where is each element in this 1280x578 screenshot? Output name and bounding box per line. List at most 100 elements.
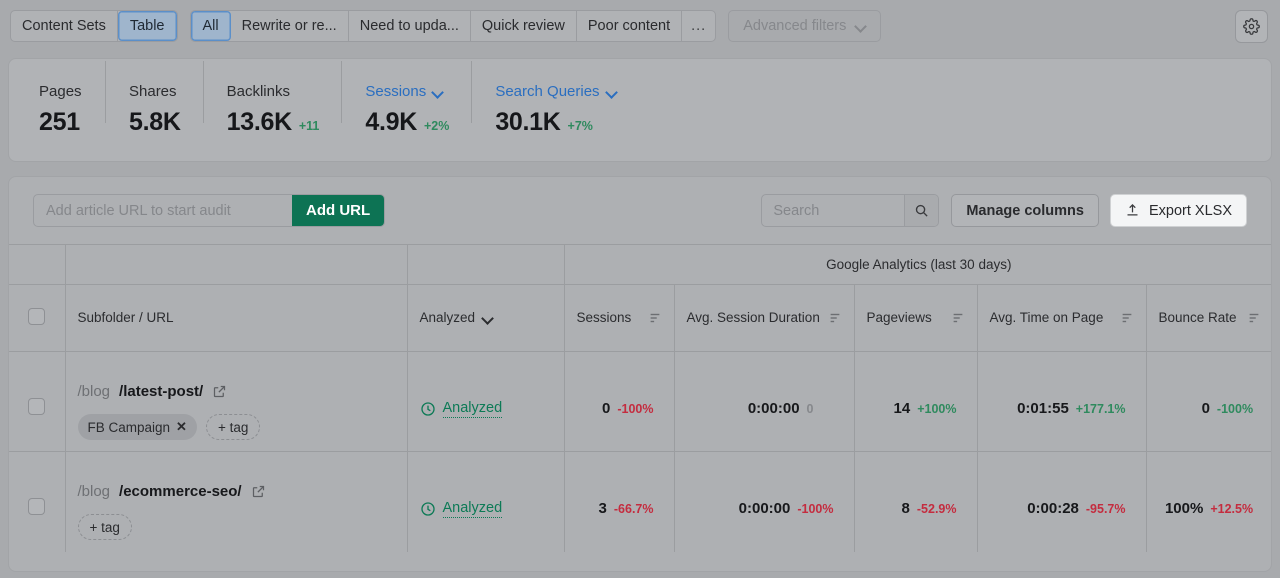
add-url-input[interactable] — [34, 195, 292, 226]
metric-backlinks-value: 13.6K — [226, 108, 293, 136]
metric-sessions-value: 4.9K — [365, 108, 417, 136]
column-header-sessions-label: Sessions — [576, 309, 632, 325]
row-avg-time-on-page-delta: +177.1% — [1075, 402, 1126, 416]
gear-icon — [1243, 18, 1260, 35]
tab-table[interactable]: Table — [117, 11, 177, 41]
table-row[interactable]: /blog/ecommerce-seo/ + tag Analyzed 3 -6… — [9, 451, 1271, 552]
column-header-avg-time-on-page[interactable]: Avg. Time on Page — [977, 284, 1147, 352]
advanced-filters-label: Advanced filters — [743, 18, 847, 34]
row-sessions-cell: 3 -66.7% — [564, 451, 675, 552]
column-header-sessions[interactable]: Sessions — [564, 284, 675, 352]
row-pageviews-delta: -52.9% — [916, 502, 957, 517]
row-pageviews-value: 14 — [893, 400, 911, 417]
chevron-down-icon — [483, 313, 493, 323]
select-all-header — [9, 284, 66, 352]
row-checkbox[interactable] — [28, 497, 46, 515]
export-xlsx-button[interactable]: Export XLSX — [1109, 194, 1247, 227]
filter-poor-content[interactable]: Poor content — [577, 11, 683, 41]
column-header-analyzed-label: Analyzed — [419, 309, 476, 325]
metric-search-queries-label[interactable]: Search Queries — [495, 83, 616, 100]
group-header-spacer-analyzed — [407, 244, 565, 285]
metric-sessions-delta: +2% — [423, 119, 450, 133]
row-url-cell: /blog/latest-post/ FB Campaign ✕ + tag — [65, 351, 408, 452]
select-all-checkbox[interactable] — [28, 308, 46, 325]
sort-icon[interactable] — [648, 311, 662, 325]
tag-chip[interactable]: FB Campaign ✕ — [77, 414, 197, 440]
sort-icon[interactable] — [951, 311, 965, 325]
tab-content-sets[interactable]: Content Sets — [11, 11, 118, 41]
search-group — [761, 194, 940, 227]
row-checkbox[interactable] — [28, 397, 46, 415]
add-tag-button[interactable]: + tag — [205, 414, 261, 440]
row-bounce-rate-value: 100% — [1164, 500, 1204, 518]
content-filter-group: All Rewrite or re... Need to upda... Qui… — [189, 10, 717, 42]
metric-search-queries-label-text: Search Queries — [495, 83, 600, 100]
filter-rewrite-or-remove[interactable]: Rewrite or re... — [231, 11, 349, 41]
row-url-line[interactable]: /blog/ecommerce-seo/ — [78, 477, 395, 500]
table-column-header-row: Subfolder / URL Analyzed Sessions Avg. S… — [9, 284, 1271, 352]
row-select-cell — [9, 351, 66, 452]
external-link-icon[interactable] — [251, 484, 266, 499]
column-header-bounce-rate[interactable]: Bounce Rate — [1146, 284, 1271, 352]
manage-columns-button[interactable]: Manage columns — [951, 194, 1099, 227]
tag-remove-icon[interactable]: ✕ — [176, 419, 187, 435]
filter-more-button[interactable]: ... — [682, 11, 715, 41]
row-url-prefix: /blog — [77, 383, 111, 400]
filter-all[interactable]: All — [190, 11, 231, 41]
chevron-down-icon — [856, 21, 866, 31]
filter-need-to-update[interactable]: Need to upda... — [349, 11, 471, 41]
column-header-avg-session-duration-label: Avg. Session Duration — [686, 309, 820, 325]
table-row[interactable]: /blog/latest-post/ FB Campaign ✕ + tag A… — [9, 351, 1271, 452]
content-sets-toggle-group: Content Sets Table — [10, 10, 178, 42]
advanced-filters-dropdown[interactable]: Advanced filters — [728, 10, 882, 42]
add-tag-button[interactable]: + tag — [77, 514, 132, 541]
row-bounce-rate-cell: 100% +12.5% — [1146, 451, 1271, 552]
row-analyzed-cell: Analyzed — [407, 351, 565, 452]
column-header-analyzed[interactable]: Analyzed — [407, 284, 565, 352]
row-select-cell — [9, 451, 66, 552]
row-avg-time-on-page-cell: 0:00:28 -95.7% — [977, 451, 1147, 552]
row-bounce-rate-cell: 0 -100% — [1146, 351, 1271, 452]
column-header-avg-time-on-page-label: Avg. Time on Page — [989, 309, 1104, 325]
table-toolbar: Add URL Manage columns Export XLSX — [9, 177, 1271, 244]
row-url-cell: /blog/ecommerce-seo/ + tag — [65, 451, 408, 552]
search-button[interactable] — [904, 195, 939, 226]
row-analyzed-cell: Analyzed — [407, 451, 565, 552]
metric-shares: Shares 5.8K — [105, 61, 203, 137]
row-avg-session-duration-value: 0:00:00 — [738, 500, 791, 518]
row-sessions-value: 0 — [602, 400, 611, 417]
export-xlsx-label: Export XLSX — [1148, 202, 1232, 219]
external-link-icon[interactable] — [212, 384, 227, 399]
metric-shares-label: Shares — [129, 83, 177, 100]
metric-search-queries-value: 30.1K — [495, 108, 561, 136]
column-header-pageviews[interactable]: Pageviews — [854, 284, 978, 352]
group-header-spacer-checkbox — [9, 244, 66, 285]
sort-icon[interactable] — [1120, 311, 1134, 325]
column-header-subfolder-url: Subfolder / URL — [65, 284, 408, 352]
row-bounce-rate-value: 0 — [1201, 400, 1210, 417]
sort-icon[interactable] — [828, 311, 842, 325]
row-avg-session-duration-cell: 0:00:00 -100% — [674, 451, 855, 552]
row-analyzed-status[interactable]: Analyzed — [420, 400, 552, 418]
table-group-header-row: Google Analytics (last 30 days) — [9, 244, 1271, 285]
metric-sessions-label[interactable]: Sessions — [365, 83, 449, 100]
content-audit-table: Google Analytics (last 30 days) Subfolde… — [9, 244, 1271, 552]
row-avg-time-on-page-delta: -95.7% — [1085, 502, 1126, 517]
metric-search-queries[interactable]: Search Queries 30.1K +7% — [471, 61, 638, 137]
top-filter-bar: Content Sets Table All Rewrite or re... … — [0, 0, 1280, 52]
row-sessions-delta: -66.7% — [613, 502, 654, 517]
add-url-group: Add URL — [33, 194, 386, 227]
search-icon — [916, 204, 928, 217]
row-bounce-rate-delta: -100% — [1216, 402, 1254, 416]
settings-button[interactable] — [1235, 10, 1268, 43]
sort-icon[interactable] — [1247, 311, 1261, 325]
row-bounce-rate-delta: +12.5% — [1210, 502, 1254, 517]
column-header-avg-session-duration[interactable]: Avg. Session Duration — [674, 284, 855, 352]
row-analyzed-status[interactable]: Analyzed — [420, 500, 552, 518]
row-url-line[interactable]: /blog/latest-post/ — [78, 377, 395, 400]
row-analyzed-label: Analyzed — [442, 399, 503, 418]
metric-sessions[interactable]: Sessions 4.9K +2% — [341, 61, 471, 137]
search-input[interactable] — [762, 202, 905, 219]
add-url-button[interactable]: Add URL — [292, 195, 385, 226]
filter-quick-review[interactable]: Quick review — [471, 11, 577, 41]
